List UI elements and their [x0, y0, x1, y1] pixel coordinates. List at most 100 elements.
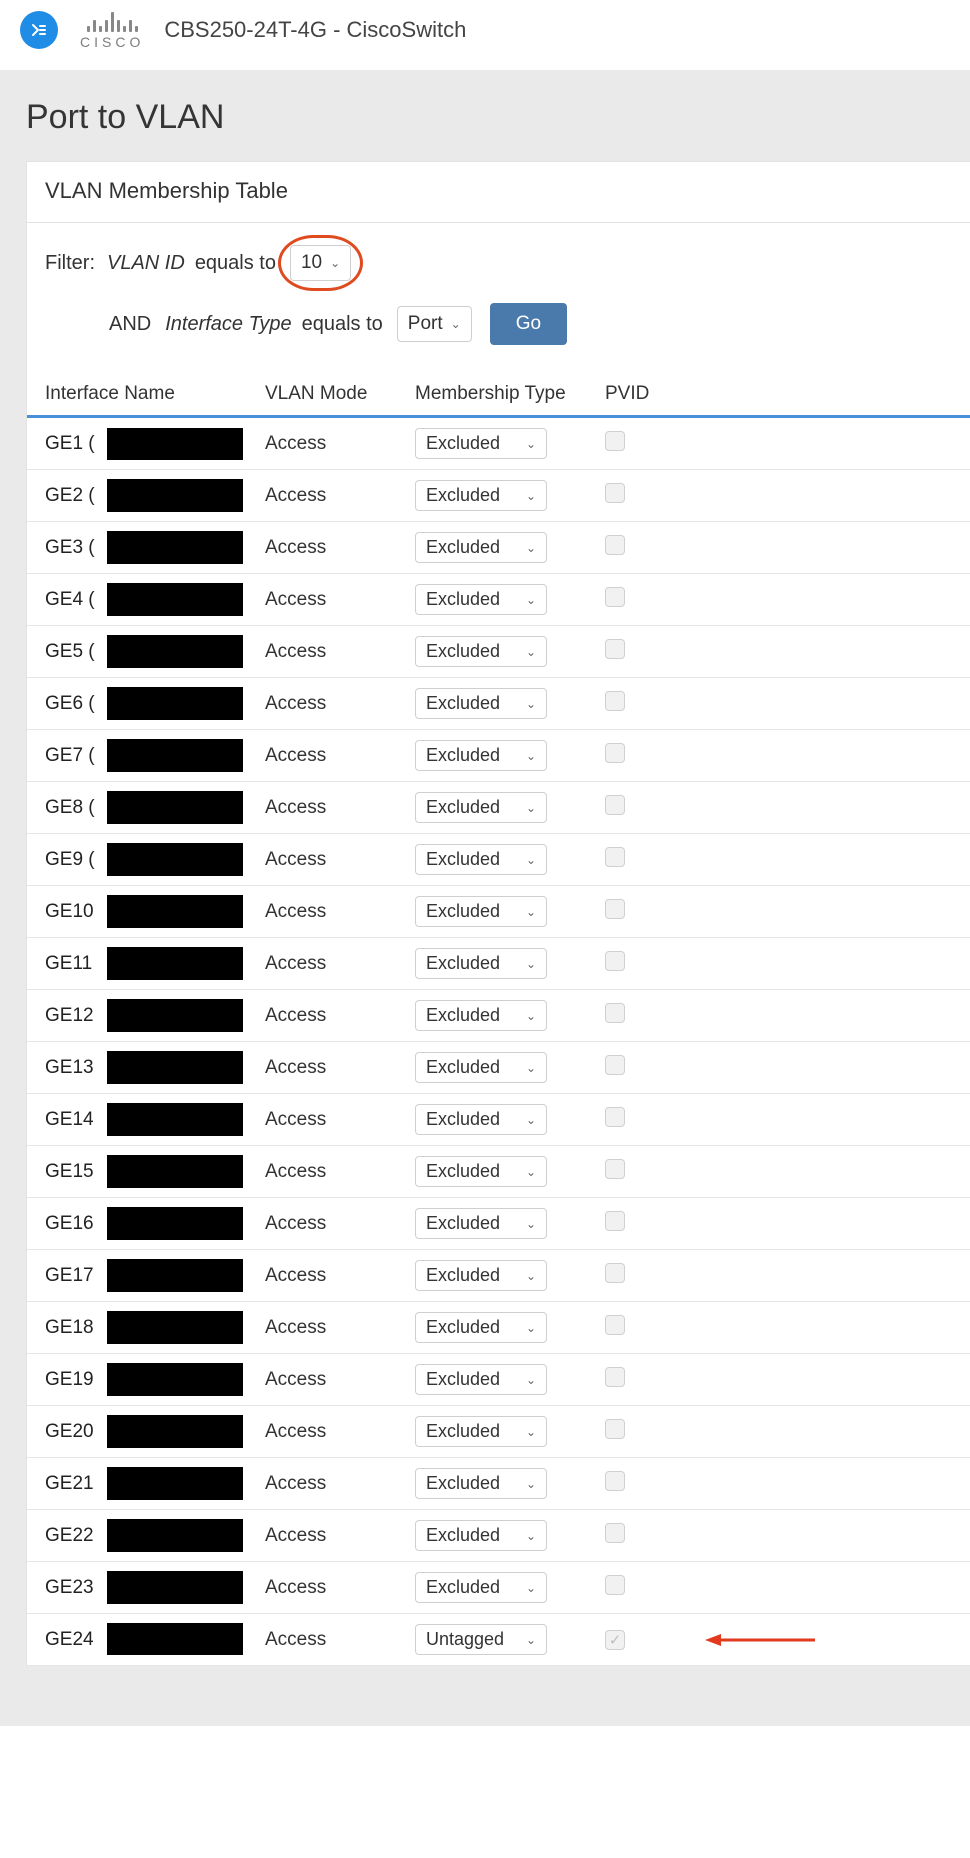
vlan-mode-cell: Access	[265, 1629, 415, 1651]
pvid-checkbox[interactable]	[605, 535, 625, 555]
membership-type-select[interactable]: Excluded⌄	[415, 1572, 547, 1603]
membership-type-select[interactable]: Excluded⌄	[415, 532, 547, 563]
membership-type-select[interactable]: Excluded⌄	[415, 428, 547, 459]
chevron-down-icon: ⌄	[526, 1165, 536, 1179]
interface-name-text: GE22	[45, 1525, 94, 1547]
membership-type-value: Excluded	[426, 797, 500, 818]
membership-cell: Excluded⌄	[415, 740, 605, 771]
membership-type-select[interactable]: Excluded⌄	[415, 1520, 547, 1551]
pvid-checkbox[interactable]	[605, 795, 625, 815]
membership-type-select[interactable]: Excluded⌄	[415, 1312, 547, 1343]
table-row: GE7 (AccessExcluded⌄	[27, 730, 970, 782]
membership-type-select[interactable]: Excluded⌄	[415, 1208, 547, 1239]
interface-name-text: GE14	[45, 1109, 94, 1131]
pvid-checkbox[interactable]	[605, 1055, 625, 1075]
menu-toggle-icon[interactable]	[20, 11, 58, 49]
membership-type-select[interactable]: Excluded⌄	[415, 844, 547, 875]
pvid-checkbox[interactable]	[605, 743, 625, 763]
membership-type-value: Excluded	[426, 589, 500, 610]
interface-name-text: GE10	[45, 901, 94, 923]
membership-cell: Untagged⌄	[415, 1624, 605, 1655]
redaction-block	[107, 1623, 243, 1655]
membership-type-value: Excluded	[426, 1473, 500, 1494]
membership-type-select[interactable]: Excluded⌄	[415, 688, 547, 719]
chevron-down-icon: ⌄	[526, 1269, 536, 1283]
pvid-checkbox[interactable]	[605, 1003, 625, 1023]
pvid-checkbox[interactable]	[605, 1263, 625, 1283]
pvid-checkbox[interactable]	[605, 587, 625, 607]
membership-type-value: Excluded	[426, 1005, 500, 1026]
membership-type-select[interactable]: Excluded⌄	[415, 1052, 547, 1083]
pvid-checkbox[interactable]	[605, 1315, 625, 1335]
table-row: GE12AccessExcluded⌄	[27, 990, 970, 1042]
pvid-checkbox[interactable]	[605, 899, 625, 919]
vlan-mode-cell: Access	[265, 1421, 415, 1443]
membership-type-select[interactable]: Excluded ⌄	[415, 792, 547, 823]
interface-name-cell: GE13	[45, 1052, 265, 1083]
pvid-cell	[605, 639, 705, 665]
pvid-checkbox[interactable]	[605, 1367, 625, 1387]
redaction-block	[107, 1311, 243, 1344]
equals-to-text-2: equals to	[302, 313, 383, 336]
membership-type-select[interactable]: Excluded⌄	[415, 740, 547, 771]
pvid-checkbox[interactable]	[605, 483, 625, 503]
membership-type-select[interactable]: Excluded⌄	[415, 1104, 547, 1135]
interface-name-cell: GE21	[45, 1468, 265, 1499]
interface-name-cell: GE6 (	[45, 688, 265, 719]
pvid-checkbox[interactable]	[605, 1107, 625, 1127]
interface-name-text: GE6 (	[45, 693, 95, 715]
interface-name-cell: GE5 (	[45, 636, 265, 667]
pvid-checkbox[interactable]	[605, 951, 625, 971]
pvid-checkbox[interactable]	[605, 1159, 625, 1179]
vlan-mode-cell: Access	[265, 641, 415, 663]
chevron-down-icon: ⌄	[526, 801, 536, 815]
membership-type-select[interactable]: Excluded⌄	[415, 1260, 547, 1291]
interface-name-cell: GE20	[45, 1416, 265, 1447]
membership-cell: Excluded⌄	[415, 948, 605, 979]
vlan-mode-cell: Access	[265, 1161, 415, 1183]
interface-type-label: Interface Type	[165, 313, 291, 336]
pvid-checkbox[interactable]	[605, 1523, 625, 1543]
membership-type-value: Excluded	[426, 641, 500, 662]
membership-type-select[interactable]: Excluded⌄	[415, 584, 547, 615]
redaction-block	[107, 1363, 243, 1396]
pvid-checkbox[interactable]	[605, 1630, 625, 1650]
membership-type-value: Excluded	[426, 1369, 500, 1390]
membership-type-select[interactable]: Excluded⌄	[415, 1468, 547, 1499]
membership-type-select[interactable]: Excluded⌄	[415, 948, 547, 979]
pvid-checkbox[interactable]	[605, 639, 625, 659]
membership-type-select[interactable]: Excluded⌄	[415, 480, 547, 511]
interface-name-text: GE4 (	[45, 589, 95, 611]
pvid-checkbox[interactable]	[605, 1471, 625, 1491]
chevron-down-icon: ⌄	[526, 1529, 536, 1543]
redaction-block	[107, 1415, 243, 1448]
pvid-checkbox[interactable]	[605, 691, 625, 711]
table-row: GE22AccessExcluded⌄	[27, 1510, 970, 1562]
membership-type-select[interactable]: Excluded⌄	[415, 1364, 547, 1395]
interface-name-cell: GE18	[45, 1312, 265, 1343]
membership-cell: Excluded⌄	[415, 896, 605, 927]
membership-type-select[interactable]: Excluded⌄	[415, 636, 547, 667]
redaction-block	[107, 1051, 243, 1084]
pvid-checkbox[interactable]	[605, 847, 625, 867]
interface-name-cell: GE7 (	[45, 740, 265, 771]
membership-type-select[interactable]: Untagged⌄	[415, 1624, 547, 1655]
pvid-checkbox[interactable]	[605, 431, 625, 451]
go-button[interactable]: Go	[490, 303, 567, 345]
pvid-cell	[605, 847, 705, 873]
chevron-down-icon: ⌄	[526, 541, 536, 555]
membership-type-select[interactable]: Excluded⌄	[415, 1000, 547, 1031]
membership-type-select[interactable]: Excluded⌄	[415, 1416, 547, 1447]
interface-type-select[interactable]: Port ⌄	[397, 306, 472, 342]
interface-name-cell: GE11	[45, 948, 265, 979]
pvid-checkbox[interactable]	[605, 1575, 625, 1595]
table-row: GE21AccessExcluded⌄	[27, 1458, 970, 1510]
membership-type-select[interactable]: Excluded⌄	[415, 1156, 547, 1187]
pvid-checkbox[interactable]	[605, 1211, 625, 1231]
pvid-cell	[605, 743, 705, 769]
membership-type-select[interactable]: Excluded⌄	[415, 896, 547, 927]
pvid-checkbox[interactable]	[605, 1419, 625, 1439]
vlan-mode-cell: Access	[265, 1213, 415, 1235]
vlan-id-select[interactable]: 10 ⌄	[290, 245, 351, 281]
pvid-cell	[605, 1263, 705, 1289]
